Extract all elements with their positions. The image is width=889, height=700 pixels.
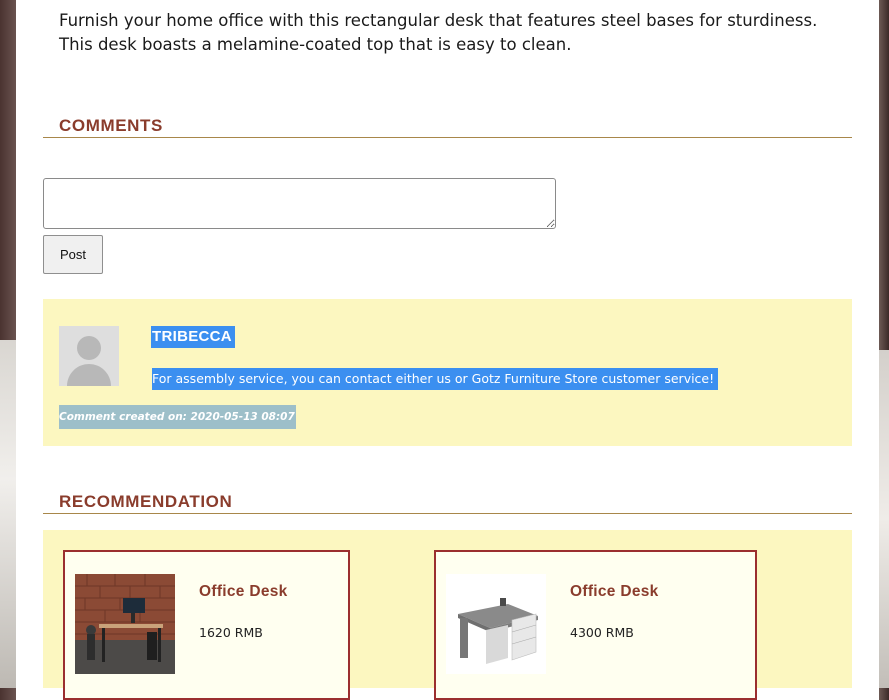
product-description: Furnish your home office with this recta… [59, 11, 818, 54]
product-thumbnail-desk-room[interactable] [75, 574, 175, 674]
recommendation-area: Office Desk 1620 RMB Office Desk 4300 RM… [43, 530, 852, 700]
comment-card: TRIBECCA For assembly service, you can c… [43, 299, 852, 446]
product-page: Furnish your home office with this recta… [16, 0, 879, 700]
default-user-avatar-icon [59, 326, 119, 386]
recommendation-name[interactable]: Office Desk [199, 583, 288, 601]
recommendation-price: 4300 RMB [570, 625, 634, 640]
comment-input[interactable] [43, 178, 556, 229]
comment-text: For assembly service, you can contact ei… [152, 368, 719, 390]
comment-timestamp: Comment created on: 2020-05-13 08:07 [59, 405, 296, 429]
product-thumbnail-corner-desk[interactable] [446, 574, 546, 674]
comment-author: TRIBECCA [151, 326, 235, 348]
recommendation-divider [43, 513, 852, 514]
recommendation-price: 1620 RMB [199, 625, 263, 640]
recommendation-heading: RECOMMENDATION [59, 492, 233, 511]
background-sofa-right [879, 350, 889, 688]
comments-heading: COMMENTS [59, 116, 163, 135]
recommendation-name[interactable]: Office Desk [570, 583, 659, 601]
avatar-body-shape [67, 364, 111, 386]
post-button[interactable]: Post [43, 235, 103, 274]
recommendation-card[interactable]: Office Desk 1620 RMB [63, 550, 350, 700]
comments-divider [43, 137, 852, 138]
background-sofa-left [0, 340, 16, 688]
recommendation-card[interactable]: Office Desk 4300 RMB [434, 550, 757, 700]
avatar-head-shape [77, 336, 101, 360]
